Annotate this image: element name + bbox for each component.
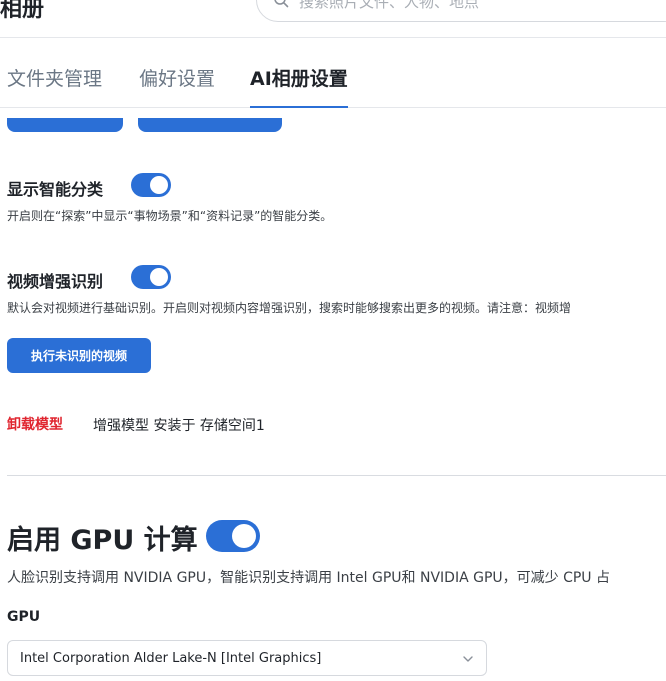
smart-category-toggle[interactable] [131, 173, 171, 197]
clipped-button-2[interactable] [138, 118, 282, 132]
gpu-select[interactable]: Intel Corporation Alder Lake-N [Intel Gr… [7, 640, 487, 676]
gpu-compute-toggle[interactable] [206, 520, 260, 552]
settings-tabs: 文件夹管理 偏好设置 AI相册设置 [0, 48, 666, 108]
gpu-select-label: GPU [7, 609, 41, 625]
chevron-down-icon [463, 656, 473, 662]
smart-category-description: 开启则在“探索”中显示“事物场景”和“资料记录”的智能分类。 [7, 209, 333, 223]
uninstall-model-link[interactable]: 卸载模型 [7, 414, 63, 434]
toggle-knob [232, 524, 256, 548]
video-recognition-description: 默认会对视频进行基础识别。开启则对视频内容增强识别，搜索时能够搜索出更多的视频。… [7, 301, 572, 315]
smart-category-title: 显示智能分类 [7, 180, 104, 199]
gpu-compute-title: 启用 GPU 计算 [7, 525, 198, 556]
clipped-button-1[interactable] [7, 118, 123, 132]
gpu-compute-description: 人脸识别支持调用 NVIDIA GPU，智能识别支持调用 Intel GPU和 … [7, 570, 611, 586]
section-divider [7, 475, 666, 476]
gpu-select-value: Intel Corporation Alder Lake-N [Intel Gr… [20, 651, 322, 666]
app-title: 相册 [0, 0, 45, 22]
model-status: 增强模型 安装于 存储空间1 [93, 418, 265, 434]
header: 相册 [0, 0, 666, 38]
tab-preferences[interactable]: 偏好设置 [139, 64, 215, 108]
search-icon [274, 0, 289, 8]
search-input[interactable] [299, 0, 666, 15]
video-recognition-toggle[interactable] [131, 265, 171, 289]
tab-ai-album-settings[interactable]: AI相册设置 [250, 64, 348, 108]
video-recognition-title: 视频增强识别 [7, 272, 104, 291]
toggle-knob [150, 176, 168, 194]
settings-page: 相册 文件夹管理 偏好设置 AI相册设置 显示智能分类 开启则在“探索”中显示“… [0, 0, 666, 681]
search-box[interactable] [256, 0, 666, 22]
run-unrecognized-videos-button[interactable]: 执行未识别的视频 [7, 338, 151, 373]
toggle-knob [150, 268, 168, 286]
tab-folder-management[interactable]: 文件夹管理 [7, 64, 102, 108]
